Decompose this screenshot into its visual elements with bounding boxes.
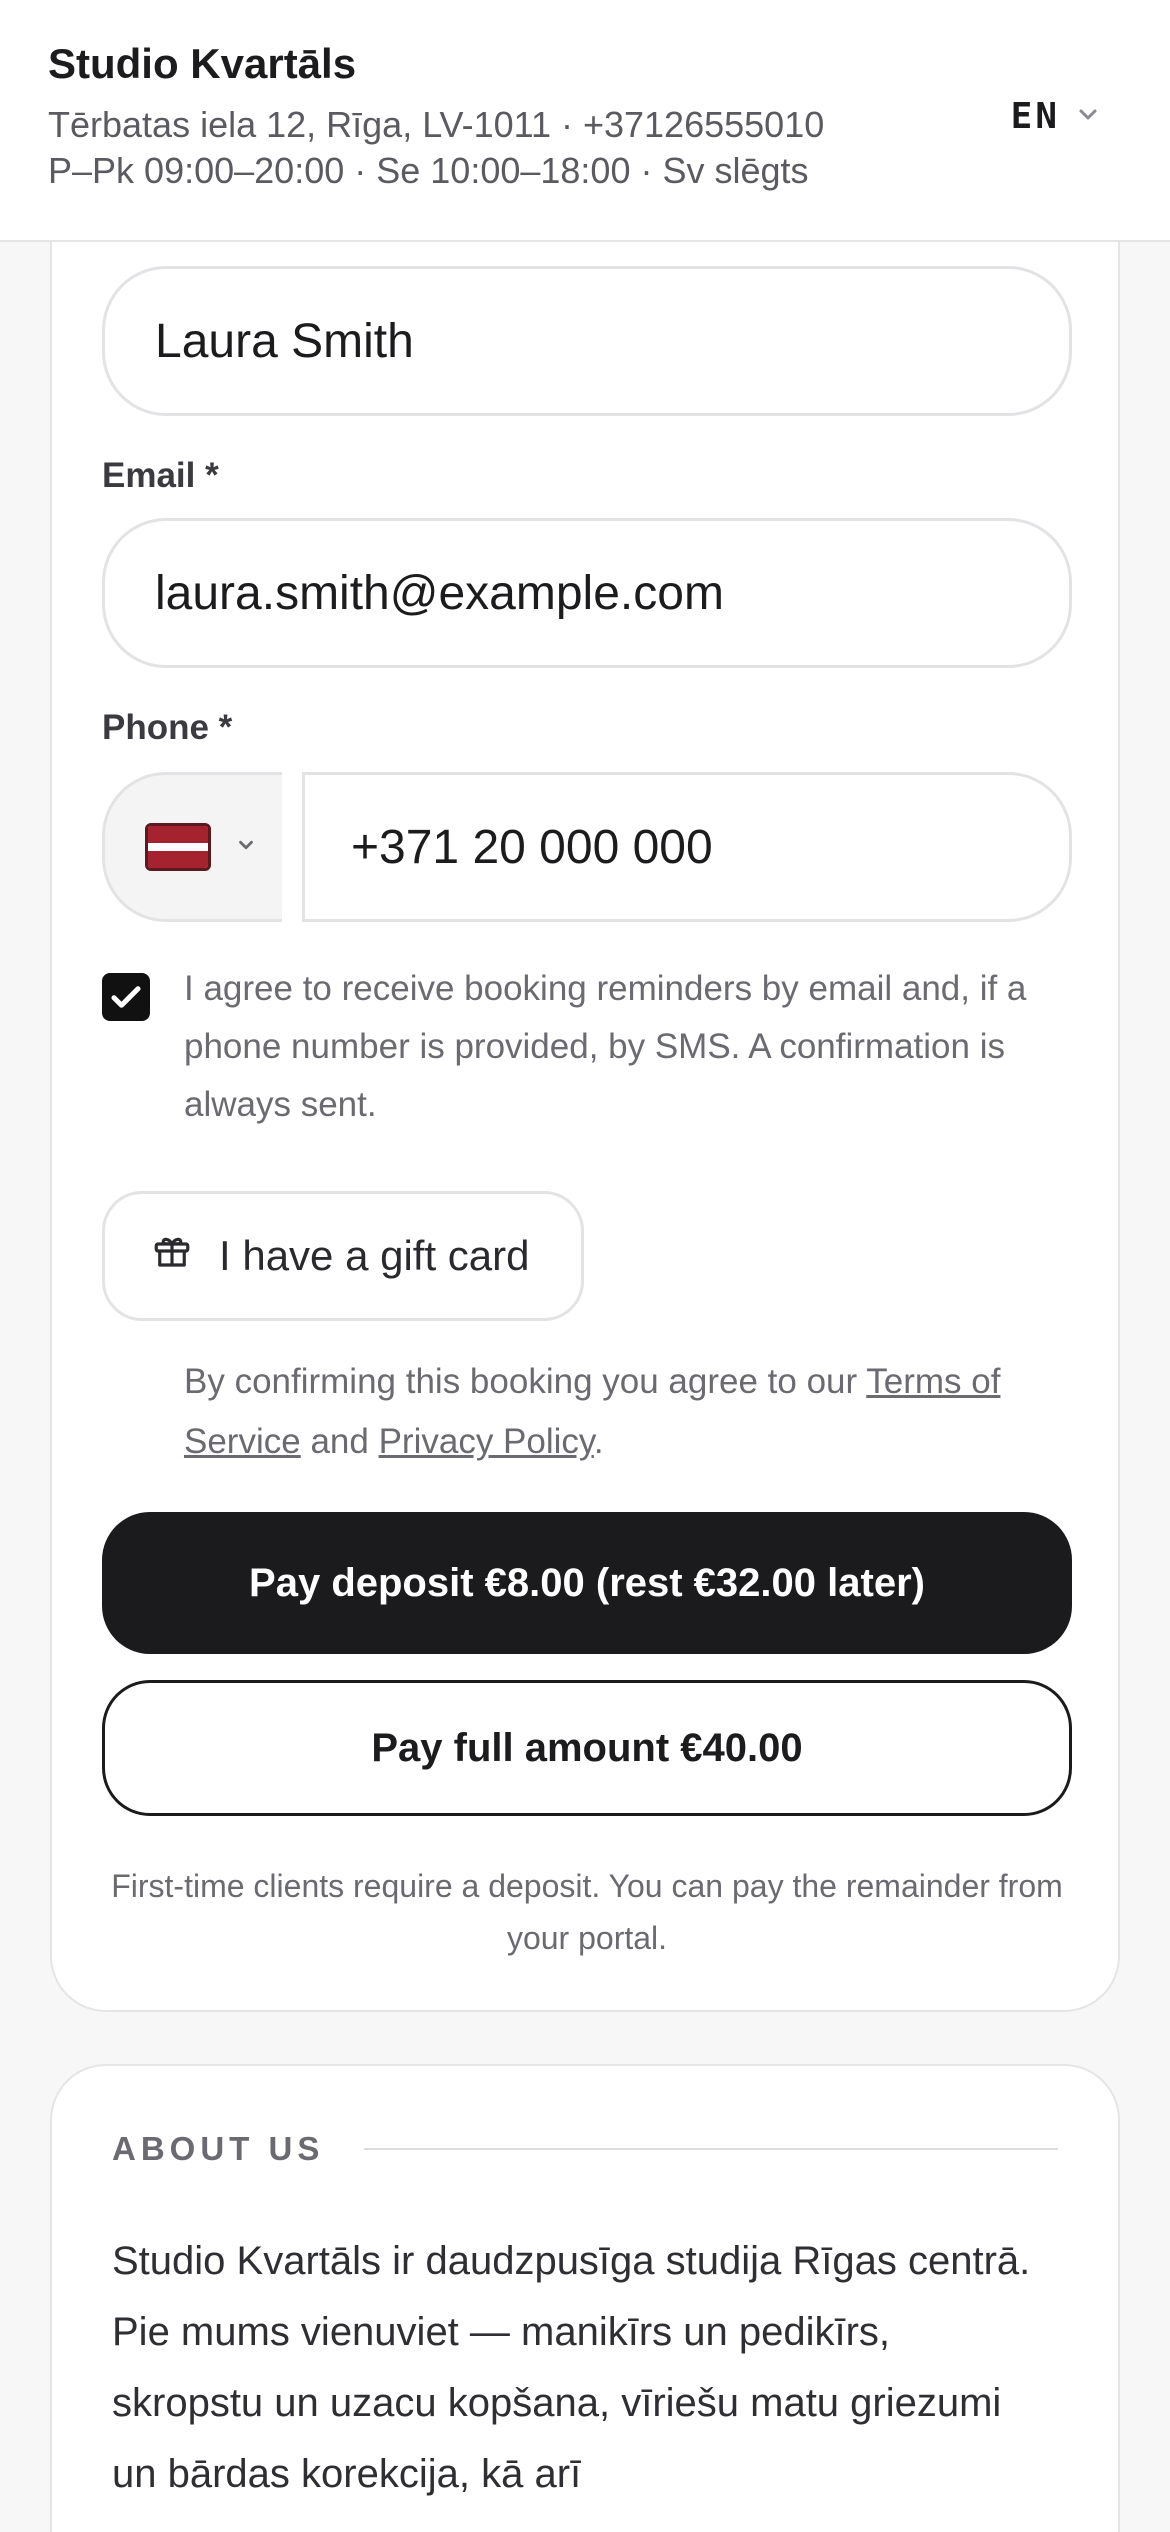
deposit-note: First-time clients require a deposit. Yo… — [111, 1868, 1063, 1956]
terms-notice: By confirming this booking you agree to … — [184, 1352, 1074, 1472]
about-card: ABOUT US Studio Kvartāls ir daudzpusīga … — [50, 2064, 1120, 2532]
email-label: Email * — [102, 456, 219, 495]
consent-text: I agree to receive booking reminders by … — [184, 969, 1027, 1124]
studio-address: Tērbatas iela 12, Rīga, LV-1011 · +37126… — [48, 104, 825, 145]
terms-prefix: By confirming this booking you agree to … — [184, 1362, 867, 1401]
studio-name: Studio Kvartāls — [48, 40, 357, 87]
pay-full-amount-button[interactable]: Pay full amount €40.00 — [102, 1680, 1072, 1816]
email-input[interactable] — [102, 518, 1072, 668]
divider — [364, 2148, 1058, 2150]
terms-middle: and — [300, 1422, 379, 1461]
about-heading-row: ABOUT US — [112, 2130, 1058, 2168]
consent-checkbox[interactable] — [102, 973, 150, 1021]
pay-deposit-button[interactable]: Pay deposit €8.00 (rest €32.00 later) — [102, 1512, 1072, 1654]
phone-label: Phone * — [102, 708, 233, 747]
gift-icon — [151, 1230, 193, 1282]
chevron-down-icon — [235, 834, 257, 861]
phone-input[interactable] — [302, 772, 1072, 922]
about-text: Studio Kvartāls ir daudzpusīga studija R… — [112, 2239, 1031, 2496]
gift-card-label: I have a gift card — [219, 1232, 530, 1279]
language-selector[interactable]: EN — [1011, 96, 1100, 137]
about-heading: ABOUT US — [112, 2130, 325, 2167]
check-icon — [111, 986, 141, 1008]
latvia-flag-icon — [145, 823, 211, 871]
chevron-down-icon — [1076, 102, 1100, 131]
terms-suffix: . — [593, 1422, 604, 1461]
full-name-input[interactable] — [102, 266, 1072, 416]
gift-card-button[interactable]: I have a gift card — [102, 1191, 584, 1321]
app-header: Studio Kvartāls Tērbatas iela 12, Rīga, … — [0, 0, 1170, 242]
language-code: EN — [1010, 96, 1060, 137]
studio-hours: P–Pk 09:00–20:00 · Se 10:00–18:00 · Sv s… — [48, 150, 809, 191]
booking-form-card: Email * Phone * I agree to receive booki… — [50, 160, 1120, 2012]
phone-country-select[interactable] — [102, 772, 282, 922]
privacy-policy-link[interactable]: Privacy Policy — [379, 1422, 594, 1461]
